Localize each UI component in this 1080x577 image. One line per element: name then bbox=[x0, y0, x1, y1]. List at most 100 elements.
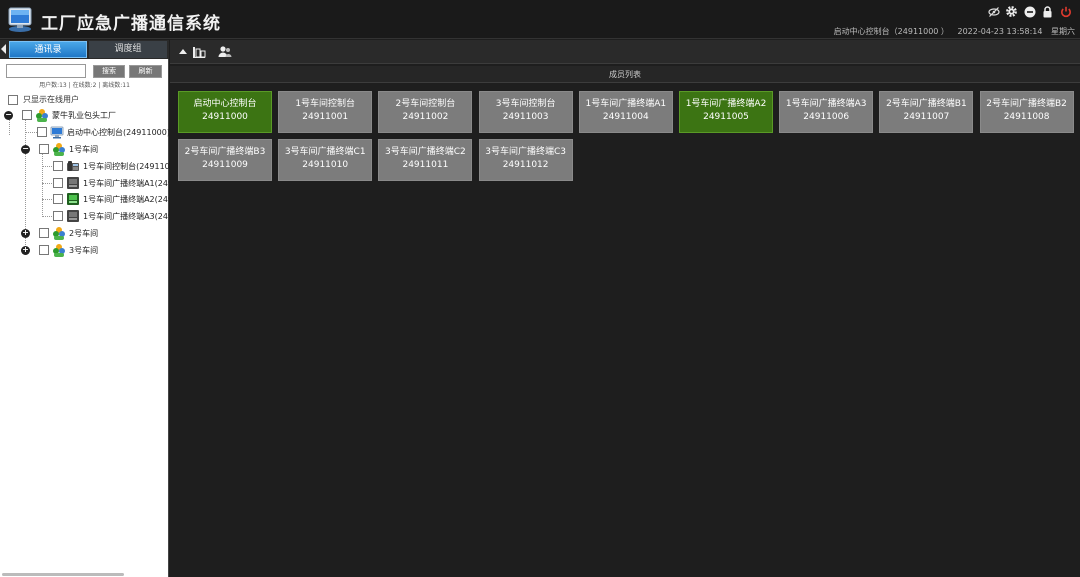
tree-checkbox[interactable] bbox=[22, 110, 32, 120]
online-only-checkbox[interactable] bbox=[8, 94, 18, 105]
group-users-icon bbox=[53, 244, 65, 257]
online-only-filter[interactable]: 只显示在线用户 bbox=[8, 94, 79, 105]
member-number: 24911004 bbox=[602, 112, 649, 122]
users-icon[interactable] bbox=[218, 45, 232, 59]
member-name: 1号车间广播终端A1 bbox=[585, 99, 667, 109]
member-number: 24911005 bbox=[703, 112, 749, 122]
terminal-online-icon bbox=[67, 193, 79, 205]
main-panel: 成员列表 启动中心控制台 24911000 1号车间控制台 24911001 2号车间控… bbox=[170, 40, 1080, 577]
member-list-title: 成员列表 bbox=[170, 66, 1080, 83]
main-toolbar bbox=[170, 40, 1080, 64]
member-name: 3号车间控制台 bbox=[495, 99, 556, 109]
gear-icon[interactable] bbox=[1005, 5, 1018, 18]
collapse-up-icon[interactable] bbox=[176, 45, 190, 59]
member-number: 24911010 bbox=[302, 160, 349, 170]
tree-checkbox[interactable] bbox=[53, 178, 63, 188]
tree-label-workshop-1: 1号车间 bbox=[69, 144, 99, 154]
member-name: 2号车间广播终端B3 bbox=[184, 147, 266, 157]
member-name: 3号车间广播终端C2 bbox=[385, 147, 466, 157]
member-tile[interactable]: 1号车间广播终端A1 24911004 bbox=[578, 91, 673, 133]
member-name: 启动中心控制台 bbox=[193, 99, 257, 109]
tree-node-workshop-3[interactable]: + 3号车间 bbox=[21, 242, 98, 258]
group-users-icon bbox=[53, 227, 65, 240]
tree-connector bbox=[42, 166, 52, 167]
member-tile[interactable]: 启动中心控制台 24911000 bbox=[178, 91, 272, 133]
member-number: 24911012 bbox=[502, 160, 549, 170]
expand-toggle-icon[interactable]: + bbox=[21, 245, 30, 255]
member-tile[interactable]: 3号车间广播终端C3 24911012 bbox=[478, 139, 573, 181]
minimize-icon[interactable] bbox=[1023, 5, 1036, 18]
member-tile[interactable]: 2号车间广播终端B3 24911009 bbox=[178, 139, 272, 181]
member-number: 24911000 bbox=[202, 112, 248, 122]
tree-node-ws1-console[interactable]: 1号车间控制台(24911001) bbox=[53, 158, 183, 174]
member-tile[interactable]: 1号车间控制台 24911001 bbox=[278, 91, 373, 133]
tree-label-ws1-child: 1号车间控制台(24911001) bbox=[83, 161, 184, 171]
tree-checkbox[interactable] bbox=[39, 144, 49, 154]
app-header: 工厂应急广播通信系统 启动中心控制台（24911000 ） 2022-04-23… bbox=[0, 0, 1080, 39]
member-name: 3号车间广播终端C3 bbox=[485, 147, 566, 157]
refresh-button[interactable]: 刷新 bbox=[129, 65, 162, 78]
tree-label-workshop-3: 3号车间 bbox=[69, 245, 99, 255]
tree-connector bbox=[25, 132, 37, 133]
tree-label-root: 蒙牛乳业包头工厂 bbox=[52, 110, 116, 120]
tree-label-center: 启动中心控制台(24911000) bbox=[67, 127, 170, 137]
member-number: 24911002 bbox=[402, 112, 449, 122]
member-tile[interactable]: 3号车间控制台 24911003 bbox=[478, 91, 573, 133]
collapse-toggle-icon[interactable]: − bbox=[21, 144, 30, 154]
monitor-icon bbox=[50, 126, 64, 139]
app-title: 工厂应急广播通信系统 bbox=[41, 14, 221, 34]
member-name: 3号车间广播终端C1 bbox=[284, 147, 366, 157]
tab-dispatch-groups[interactable]: 调度组 bbox=[89, 41, 167, 58]
member-name: 1号车间广播终端A2 bbox=[685, 99, 767, 109]
expand-toggle-icon[interactable]: + bbox=[21, 228, 30, 238]
tree-connector bbox=[42, 216, 52, 217]
member-name: 2号车间控制台 bbox=[395, 99, 456, 109]
member-number: 24911001 bbox=[302, 112, 349, 122]
horizontal-scrollbar[interactable] bbox=[2, 573, 124, 576]
member-tile[interactable]: 3号车间广播终端C2 24911011 bbox=[378, 139, 473, 181]
member-number: 24911011 bbox=[402, 160, 449, 170]
member-name: 2号车间广播终端B1 bbox=[886, 99, 967, 109]
header-status: 启动中心控制台（24911000 ） 2022-04-23 13:58:14 星… bbox=[828, 26, 1075, 37]
monitor-logo-icon bbox=[8, 7, 32, 32]
header-actions bbox=[987, 5, 1072, 18]
member-tile[interactable]: 1号车间广播终端A2 24911005 bbox=[679, 91, 773, 133]
tree-checkbox[interactable] bbox=[53, 211, 63, 221]
hide-eye-icon[interactable] bbox=[987, 5, 1000, 18]
current-user: 启动中心控制台（24911000 ） bbox=[833, 27, 949, 36]
collapse-toggle-icon[interactable]: − bbox=[4, 110, 13, 120]
lock-icon[interactable] bbox=[1041, 5, 1054, 18]
sidebar: 通讯录 调度组 搜索 刷新 用户数:13 | 在线数:2 | 离线数:11 只显… bbox=[0, 40, 202, 577]
group-users-icon bbox=[53, 143, 65, 156]
power-icon[interactable] bbox=[1059, 5, 1072, 18]
tree-node-root[interactable]: − 蒙牛乳业包头工厂 bbox=[4, 107, 116, 123]
member-name: 1号车间控制台 bbox=[295, 99, 356, 109]
tree-checkbox[interactable] bbox=[39, 228, 49, 238]
collapse-left-icon[interactable] bbox=[1, 44, 6, 54]
member-number: 24911009 bbox=[202, 160, 248, 170]
member-number: 24911007 bbox=[903, 112, 950, 122]
tree-node-workshop-2[interactable]: + 2号车间 bbox=[21, 225, 98, 241]
member-tile[interactable]: 2号车间广播终端B1 24911007 bbox=[879, 91, 974, 133]
member-tile[interactable]: 2号车间广播终端B2 24911008 bbox=[979, 91, 1074, 133]
search-input[interactable] bbox=[6, 64, 86, 78]
member-number: 24911008 bbox=[1003, 112, 1050, 122]
tree-node-workshop-1[interactable]: − 1号车间 bbox=[21, 141, 98, 157]
tree-checkbox[interactable] bbox=[53, 161, 63, 171]
weekday: 星期六 bbox=[1051, 27, 1075, 36]
tree-connector bbox=[42, 183, 52, 184]
member-tile[interactable]: 1号车间广播终端A3 24911006 bbox=[779, 91, 874, 133]
tree-checkbox[interactable] bbox=[37, 127, 47, 137]
group-users-icon bbox=[36, 109, 48, 122]
tree-checkbox[interactable] bbox=[39, 245, 49, 255]
search-button[interactable]: 搜索 bbox=[93, 65, 125, 78]
tab-contacts[interactable]: 通讯录 bbox=[9, 41, 87, 58]
tree-connector bbox=[42, 152, 43, 217]
member-tile[interactable]: 2号车间控制台 24911002 bbox=[378, 91, 473, 133]
terminal-offline-icon bbox=[67, 177, 79, 189]
tree-node-center-console[interactable]: 启动中心控制台(24911000) bbox=[37, 124, 170, 140]
online-only-label: 只显示在线用户 bbox=[23, 95, 79, 104]
tree-checkbox[interactable] bbox=[53, 194, 63, 204]
layout-view-icon[interactable] bbox=[192, 45, 206, 59]
member-tile[interactable]: 3号车间广播终端C1 24911010 bbox=[278, 139, 373, 181]
